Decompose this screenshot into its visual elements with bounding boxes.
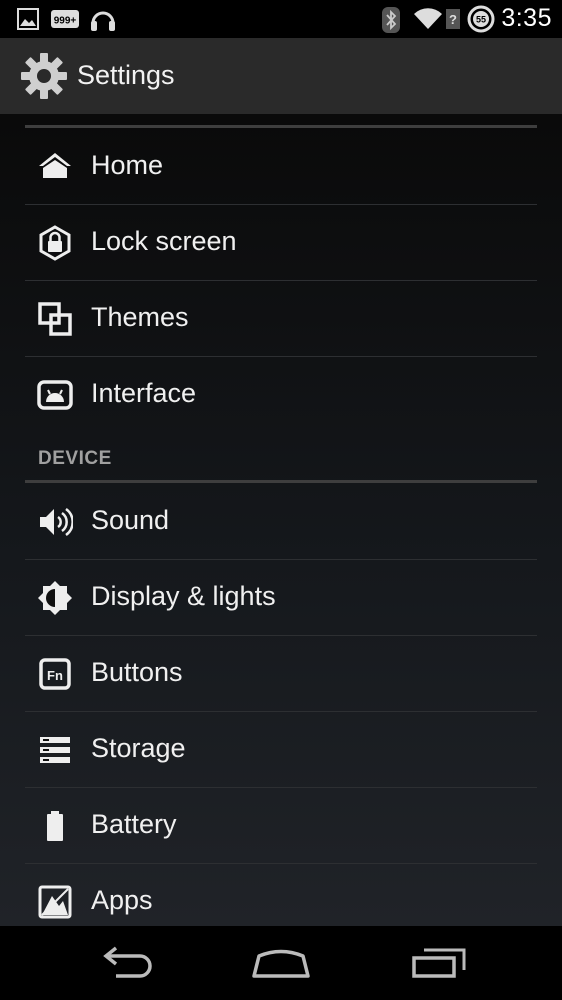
lock-icon <box>39 225 71 261</box>
status-bar: 999+ ? 55 3:35 <box>0 0 562 38</box>
bluetooth-icon <box>382 7 400 33</box>
headphones-icon <box>91 11 115 31</box>
home-nav-icon[interactable] <box>250 946 312 980</box>
settings-item-storage[interactable]: Storage <box>25 712 537 788</box>
storage-icon <box>40 737 70 763</box>
settings-item-label: Apps <box>91 885 153 915</box>
battery-icon: 55 <box>467 5 495 33</box>
settings-item-label: Buttons <box>91 657 183 687</box>
wifi-icon <box>414 8 442 30</box>
settings-item-label: Battery <box>91 809 177 839</box>
battery-level: 55 <box>476 15 486 25</box>
image-icon <box>17 8 39 30</box>
section-header-device: DEVICE <box>38 448 112 469</box>
settings-item-lock-screen[interactable]: Lock screen <box>25 205 537 281</box>
settings-list: Home Lock screen Themes Interface DEVICE… <box>0 114 562 926</box>
notification-count-icon: 999+ <box>51 10 79 28</box>
status-clock: 3:35 <box>501 4 552 32</box>
settings-item-themes[interactable]: Themes <box>25 281 537 357</box>
back-icon[interactable] <box>96 946 154 980</box>
settings-item-label: Themes <box>91 302 189 332</box>
speaker-icon <box>40 507 73 537</box>
settings-item-interface[interactable]: Interface <box>25 357 537 432</box>
home-icon <box>39 153 71 178</box>
settings-item-display-lights[interactable]: Display & lights <box>25 560 537 636</box>
recents-icon[interactable] <box>410 946 468 980</box>
svg-text:?: ? <box>449 12 457 27</box>
battery-icon <box>47 811 63 841</box>
settings-item-apps[interactable]: Apps <box>25 864 537 926</box>
settings-item-label: Sound <box>91 505 170 535</box>
themes-icon <box>38 302 72 336</box>
settings-item-label: Display & lights <box>91 581 276 611</box>
svg-text:Fn: Fn <box>47 668 63 683</box>
settings-item-label: Lock screen <box>91 226 237 256</box>
settings-item-buttons[interactable]: Fn Buttons <box>25 636 537 712</box>
brightness-icon <box>38 581 72 615</box>
page-title: Settings <box>77 60 175 90</box>
settings-screen: 999+ ? 55 3:35 Settings Home Lock screen… <box>0 0 562 1000</box>
navigation-bar <box>0 926 562 1000</box>
no-signal-icon: ? <box>446 9 460 29</box>
settings-item-battery[interactable]: Battery <box>25 788 537 864</box>
section-divider <box>25 125 537 128</box>
interface-icon <box>37 380 73 410</box>
section-divider <box>25 480 537 483</box>
settings-item-label: Home <box>91 150 164 180</box>
fn-key-icon: Fn <box>39 658 71 690</box>
settings-item-sound[interactable]: Sound <box>25 484 537 560</box>
settings-item-home[interactable]: Home <box>25 129 537 205</box>
notification-count: 999+ <box>54 16 77 27</box>
gear-icon[interactable] <box>20 52 68 100</box>
settings-item-label: Interface <box>91 378 197 408</box>
settings-item-label: Storage <box>91 733 186 763</box>
action-bar: Settings <box>0 38 562 115</box>
apps-icon <box>38 885 72 919</box>
